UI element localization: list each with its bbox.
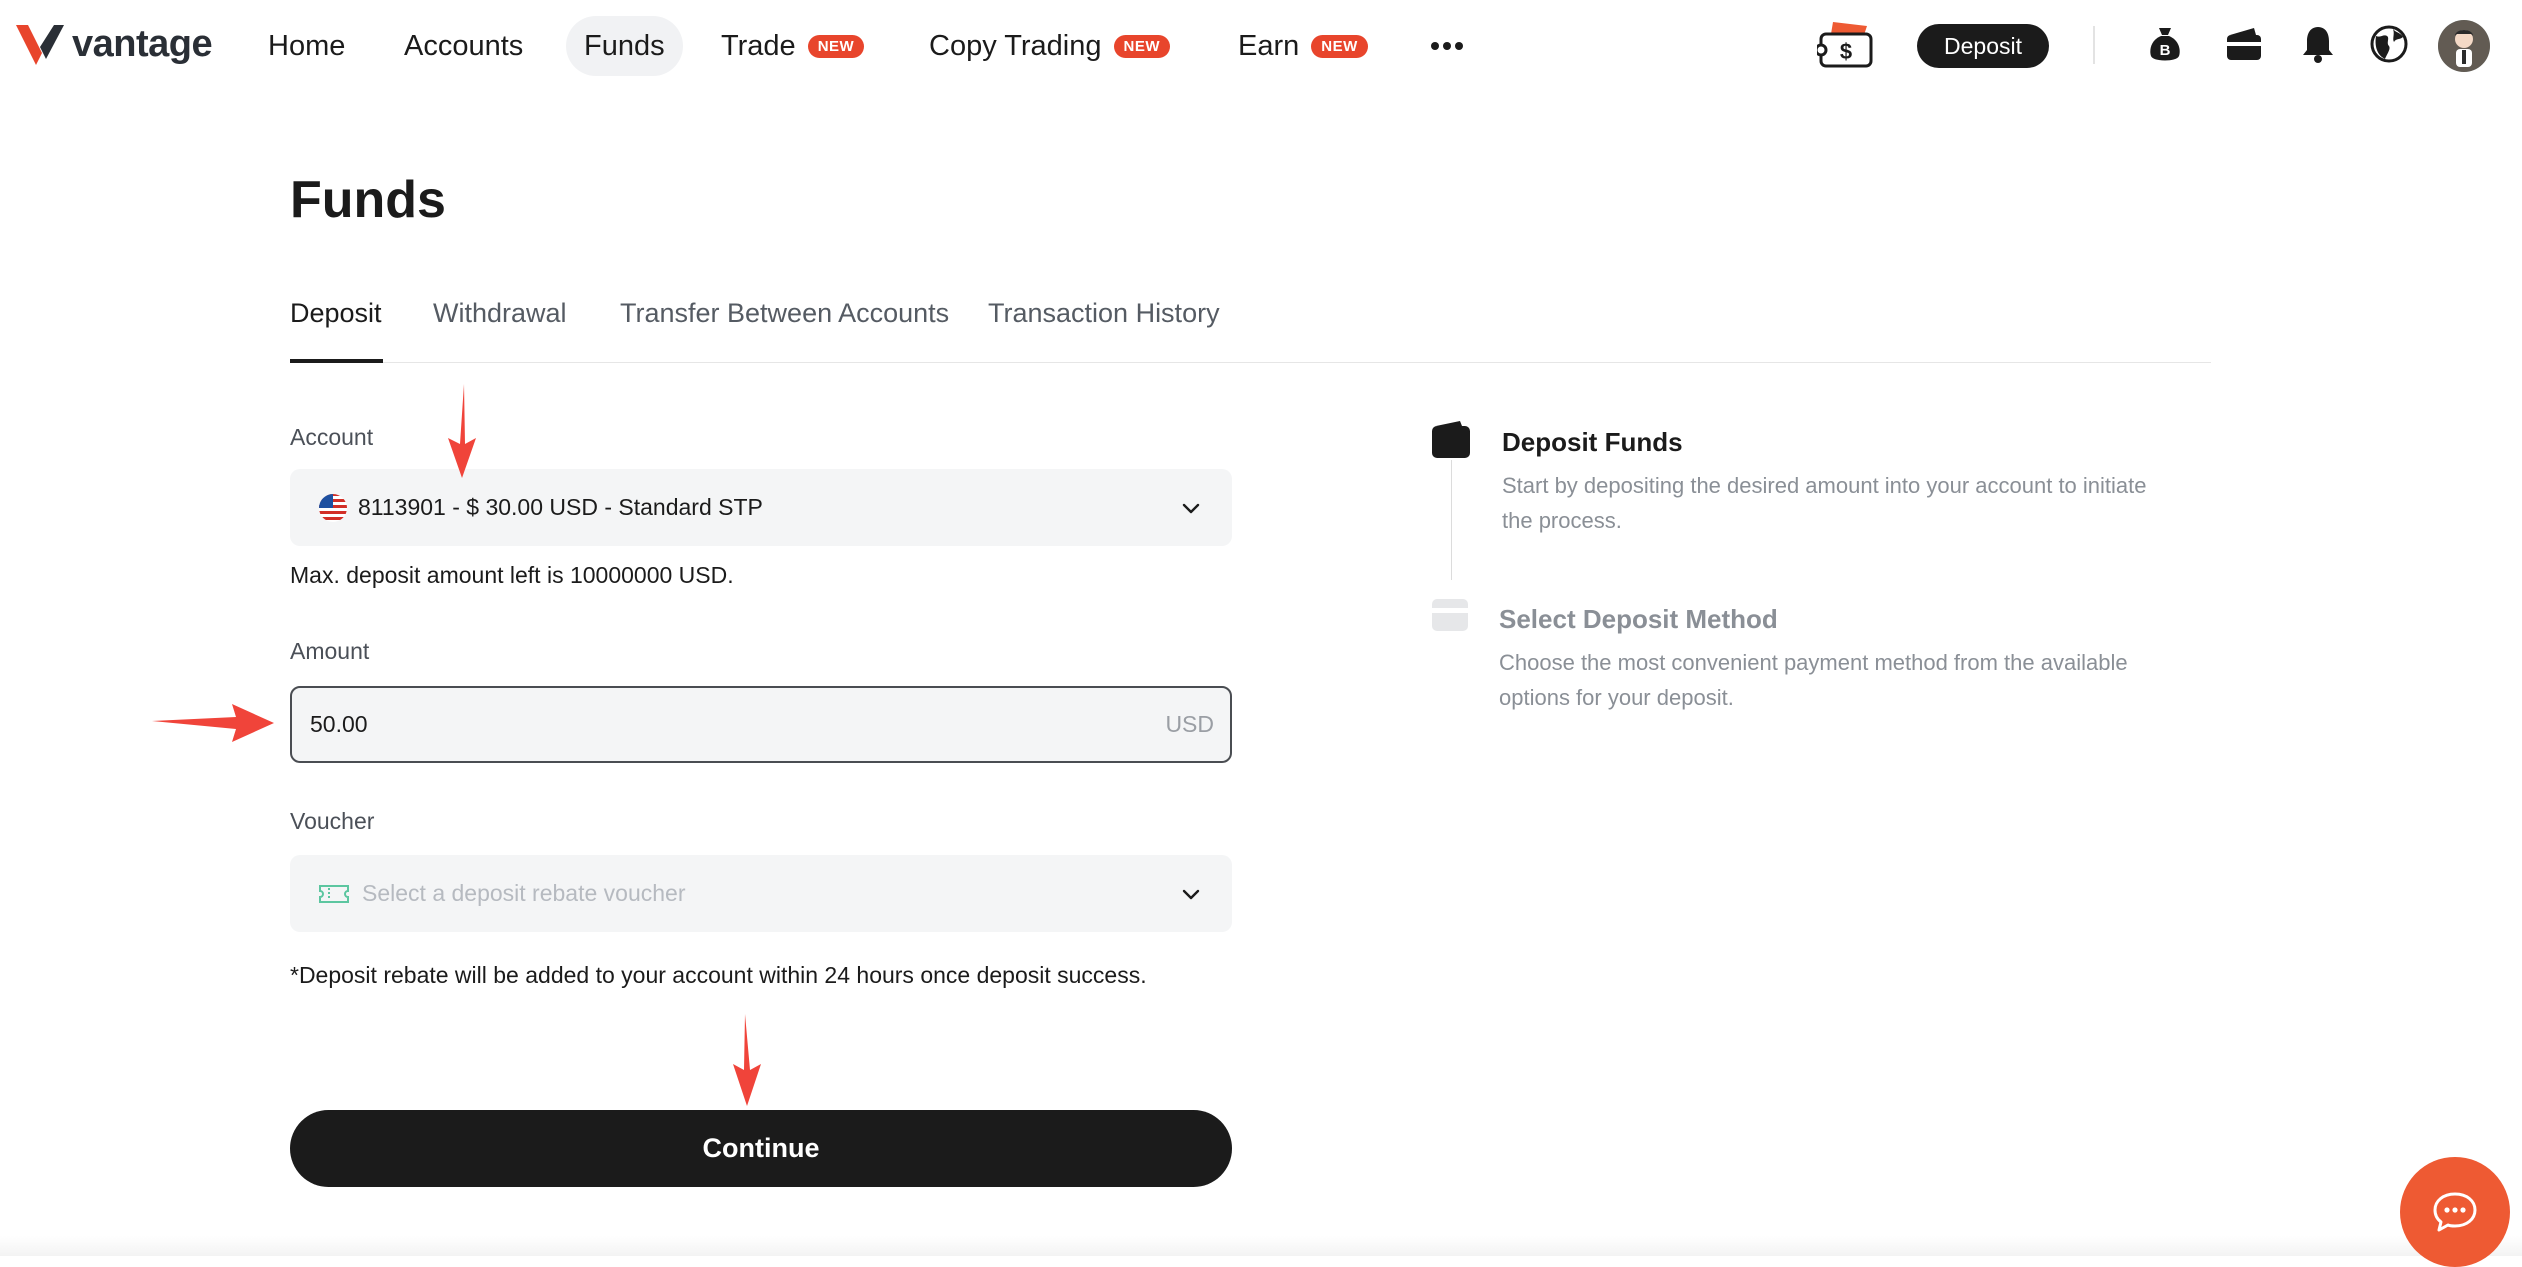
tab-history-label: Transaction History (988, 298, 1220, 328)
nav-accounts[interactable]: Accounts (404, 16, 523, 76)
tab-withdrawal[interactable]: Withdrawal (433, 298, 567, 329)
step-deposit-funds-title: Deposit Funds (1502, 427, 1683, 457)
vantage-logo-mark-icon (16, 25, 64, 65)
new-badge: NEW (807, 34, 865, 58)
step-select-method-title: Select Deposit Method (1499, 604, 1778, 634)
select-method-card-icon (1432, 599, 1468, 631)
nav-copy-trading-label: Copy Trading (929, 29, 1102, 62)
nav-accounts-label: Accounts (404, 29, 524, 62)
step-select-method-desc: Choose the most convenient payment metho… (1499, 650, 2128, 710)
tab-withdrawal-label: Withdrawal (433, 298, 567, 328)
live-chat-button[interactable] (2400, 1157, 2510, 1267)
active-tab-indicator (290, 359, 383, 363)
nav-home-label: Home (268, 29, 346, 62)
account-select[interactable]: 8113901 - $ 30.00 USD - Standard STP (290, 469, 1232, 546)
voucher-placeholder: Select a deposit rebate voucher (362, 880, 686, 906)
nav-copy-trading[interactable]: Copy Trading NEW (929, 16, 1170, 76)
voucher-ticket-icon (319, 884, 349, 903)
voucher-select[interactable]: Select a deposit rebate voucher (290, 855, 1232, 932)
wallet-icon (2227, 28, 2261, 60)
page-title: Funds (290, 171, 446, 229)
nav-funds[interactable]: Funds (566, 16, 683, 76)
bell-icon (2303, 27, 2333, 63)
nav-earn[interactable]: Earn NEW (1238, 16, 1368, 76)
brand-name: vantage (72, 22, 213, 65)
tab-transfer-label: Transfer Between Accounts (620, 298, 950, 328)
more-menu-button[interactable] (1430, 16, 1464, 76)
continue-button[interactable]: Continue (290, 1110, 1232, 1187)
amount-field[interactable]: USD (290, 686, 1232, 763)
user-avatar[interactable] (2438, 20, 2490, 72)
bottom-edge (0, 1236, 2522, 1256)
nav-home[interactable]: Home (268, 16, 345, 76)
crypto-button[interactable]: B (2143, 22, 2187, 66)
bitcoin-bag-icon: B (2150, 28, 2180, 61)
more-horizontal-icon (1431, 42, 1463, 50)
steps-connector-line (1451, 460, 1452, 580)
nav-divider (2093, 26, 2095, 64)
avatar-figure-icon (2438, 20, 2490, 72)
chevron-down-icon (1182, 889, 1200, 899)
vantage-logo[interactable]: vantage (14, 18, 213, 70)
annotation-arrow-account (448, 384, 476, 478)
voucher-label: Voucher (290, 808, 375, 834)
amount-input[interactable] (310, 711, 1166, 738)
cashback-button[interactable]: $ (1816, 18, 1876, 72)
amount-label: Amount (290, 638, 370, 664)
nav-earn-label: Earn (1238, 29, 1300, 62)
rebate-note: *Deposit rebate will be added to your ac… (290, 962, 1147, 988)
svg-text:$: $ (1840, 39, 1852, 64)
language-button[interactable] (2367, 22, 2411, 66)
svg-text:B: B (2160, 42, 2171, 59)
chevron-down-icon (1182, 503, 1200, 513)
account-select-value: 8113901 - $ 30.00 USD - Standard STP (358, 494, 763, 520)
tab-transaction-history[interactable]: Transaction History (988, 298, 1220, 329)
nav-trade[interactable]: Trade NEW (721, 16, 865, 76)
tab-deposit[interactable]: Deposit (290, 298, 382, 329)
amount-currency: USD (1165, 711, 1214, 737)
globe-icon (2370, 25, 2408, 63)
wallet-button[interactable] (2222, 22, 2266, 66)
cashback-icon: $ (1817, 22, 1873, 68)
account-label: Account (290, 424, 374, 450)
annotation-arrow-continue (733, 1014, 761, 1106)
chat-bubble-icon (2433, 1192, 2477, 1232)
new-badge: NEW (1311, 34, 1368, 58)
annotation-arrow-amount (152, 704, 274, 742)
nav-funds-label: Funds (584, 29, 665, 62)
us-flag-icon (319, 493, 347, 522)
continue-label: Continue (702, 1133, 820, 1163)
tabs-divider (290, 362, 2211, 363)
deposit-funds-wallet-icon (1432, 421, 1470, 458)
new-badge: NEW (1113, 34, 1170, 58)
nav-trade-label: Trade (721, 29, 796, 62)
header-deposit-button[interactable]: Deposit (1917, 24, 2049, 68)
tab-deposit-label: Deposit (290, 298, 382, 328)
step-deposit-funds-desc: Start by depositing the desired amount i… (1502, 473, 2147, 533)
tab-transfer-between-accounts[interactable]: Transfer Between Accounts (620, 298, 949, 329)
notifications-button[interactable] (2296, 22, 2340, 66)
header-deposit-label: Deposit (1944, 32, 2022, 59)
max-deposit-note: Max. deposit amount left is 10000000 USD… (290, 562, 734, 588)
